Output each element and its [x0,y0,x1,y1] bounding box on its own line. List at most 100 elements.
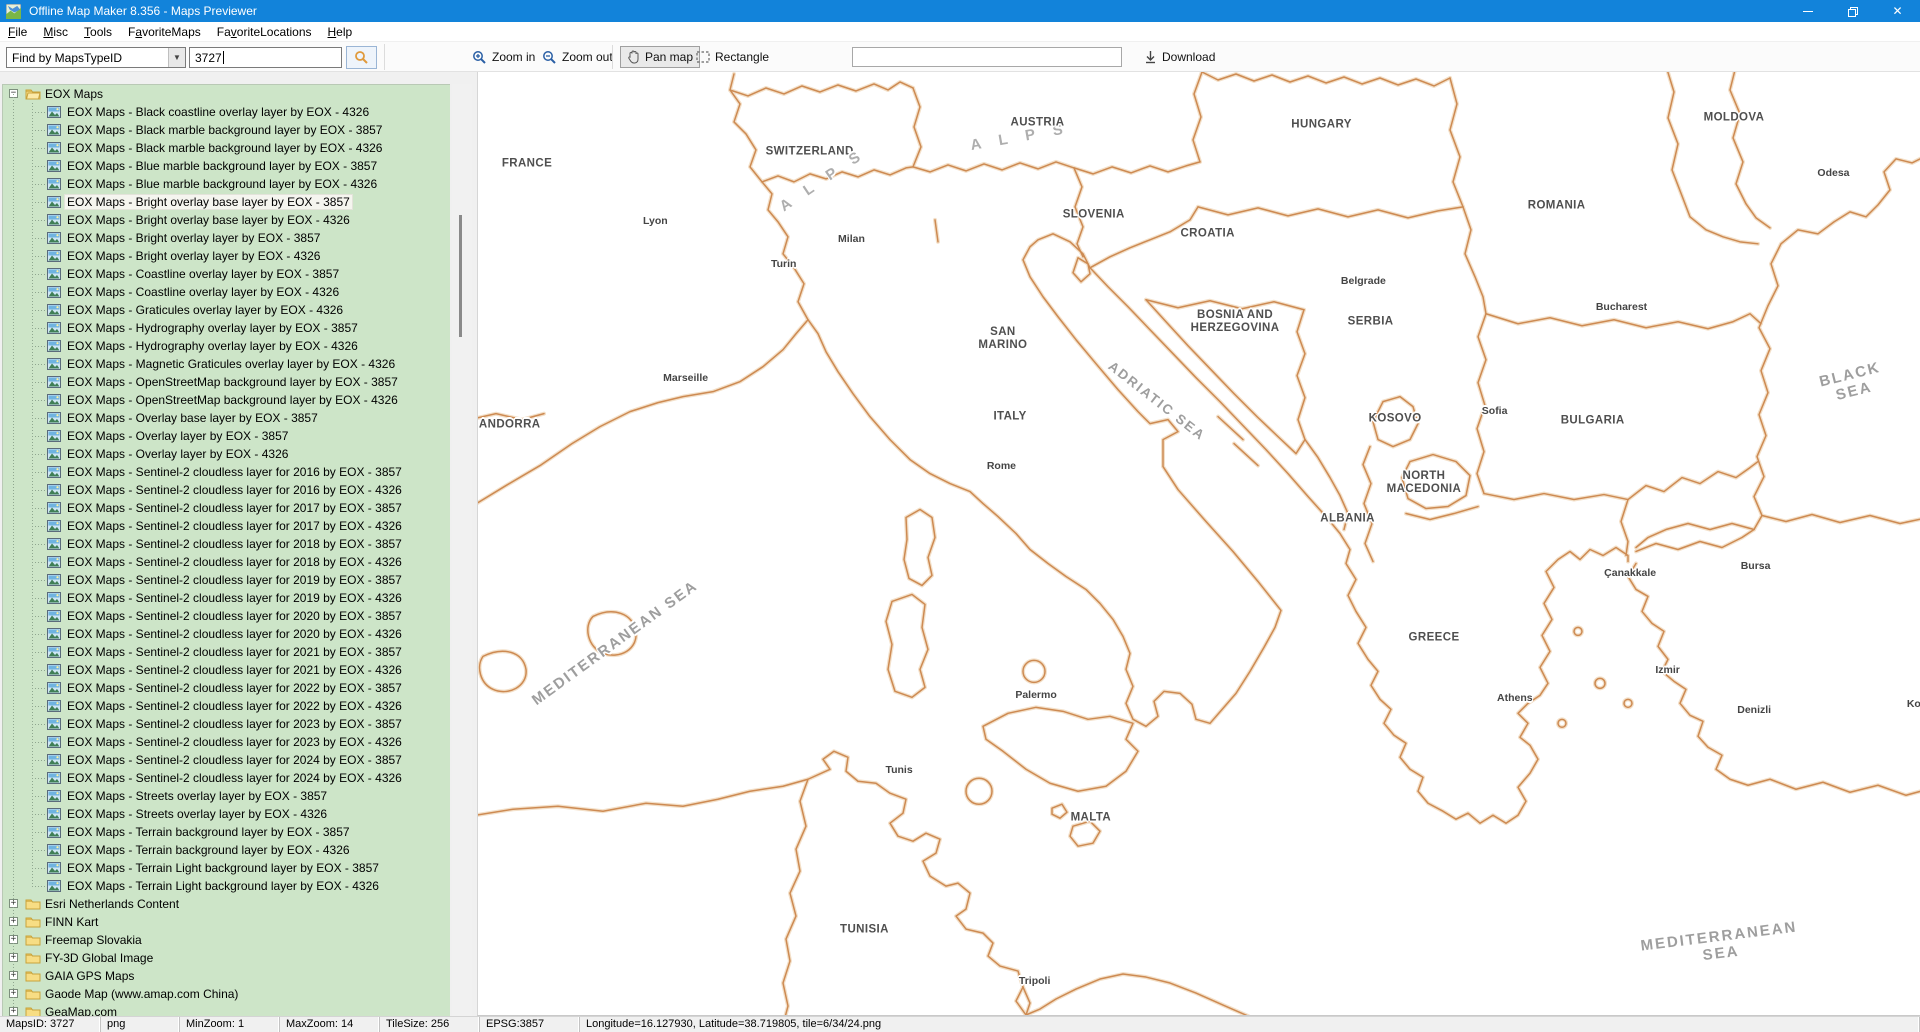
tree-item[interactable]: EOX Maps - Streets overlay layer by EOX … [3,787,450,805]
menu-item-favoritemaps[interactable]: FavoriteMaps [120,23,209,41]
map-layer-icon [47,574,61,586]
tree-item[interactable]: EOX Maps - Sentinel-2 cloudless layer fo… [3,463,450,481]
tree-item[interactable]: EOX Maps - Terrain background layer by E… [3,823,450,841]
tree-item[interactable]: EOX Maps - Sentinel-2 cloudless layer fo… [3,499,450,517]
tree-item[interactable]: EOX Maps - Sentinel-2 cloudless layer fo… [3,535,450,553]
tree-item-label: EOX Maps - Sentinel-2 cloudless layer fo… [65,519,404,533]
tree-item[interactable]: EOX Maps - Black coastline overlay layer… [3,103,450,121]
tree-item[interactable]: EOX Maps - Black marble background layer… [3,139,450,157]
menu-item-favoritelocations[interactable]: FavoriteLocations [209,23,320,41]
rectangle-button[interactable]: Rectangle [690,46,775,68]
map-label-romania: ROMANIA [1528,199,1586,212]
tree-folder[interactable]: + GeaMap.com [3,1003,450,1016]
tree-item[interactable]: EOX Maps - Sentinel-2 cloudless layer fo… [3,481,450,499]
search-button[interactable] [346,46,377,69]
menu-bar: FileMiscToolsFavoriteMapsFavoriteLocatio… [0,22,1920,42]
map-layer-icon [47,358,61,370]
tree-item[interactable]: EOX Maps - OpenStreetMap background laye… [3,373,450,391]
maps-tree[interactable]: − EOX Maps EOX Maps - Black coastline ov… [2,84,450,1016]
scrollbar-thumb[interactable] [459,215,462,337]
tree-connector [32,670,46,671]
pan-map-button[interactable]: Pan map [620,46,700,68]
map-layer-icon [47,430,61,442]
map-layer-icon [47,160,61,172]
tree-item[interactable]: EOX Maps - Coastline overlay layer by EO… [3,283,450,301]
find-mode-dropdown[interactable]: Find by MapsTypeID ▼ [6,47,186,68]
tree-item[interactable]: EOX Maps - Sentinel-2 cloudless layer fo… [3,769,450,787]
tree-folder[interactable]: + GAIA GPS Maps [3,967,450,985]
toolbar-separator [612,45,613,69]
menu-item-file[interactable]: File [0,23,35,41]
tree-item[interactable]: EOX Maps - Terrain background layer by E… [3,841,450,859]
tree-item[interactable]: EOX Maps - OpenStreetMap background laye… [3,391,450,409]
tree-item[interactable]: EOX Maps - Bright overlay base layer by … [3,193,450,211]
tree-item-label: EOX Maps - Hydrography overlay layer by … [65,321,360,335]
tree-item-label: EOX Maps - Overlay layer by EOX - 4326 [65,447,290,461]
tree-item[interactable]: EOX Maps - Blue marble background layer … [3,157,450,175]
zoom-out-button[interactable]: Zoom out [536,46,619,68]
tree-item[interactable]: EOX Maps - Hydrography overlay layer by … [3,319,450,337]
download-range-field[interactable] [852,47,1122,67]
tree-item[interactable]: EOX Maps - Sentinel-2 cloudless layer fo… [3,697,450,715]
tree-item[interactable]: EOX Maps - Terrain Light background laye… [3,859,450,877]
tree-item[interactable]: EOX Maps - Sentinel-2 cloudless layer fo… [3,751,450,769]
tree-item[interactable]: EOX Maps - Overlay base layer by EOX - 3… [3,409,450,427]
tree-item[interactable]: EOX Maps - Sentinel-2 cloudless layer fo… [3,553,450,571]
dropdown-arrow-icon[interactable]: ▼ [168,48,185,67]
tree-item-label: EOX Maps - Terrain background layer by E… [65,843,352,857]
tree-item[interactable]: EOX Maps - Sentinel-2 cloudless layer fo… [3,589,450,607]
tree-item[interactable]: EOX Maps - Sentinel-2 cloudless layer fo… [3,625,450,643]
search-query: 3727 [195,51,222,65]
tree-connector [32,328,46,329]
status-cell: MapsID: 3727 [0,1017,101,1032]
download-button[interactable]: Download [1138,46,1221,68]
menu-item-misc[interactable]: Misc [35,23,76,41]
zoom-in-button[interactable]: Zoom in [466,46,541,68]
tree-vertical-scrollbar[interactable] [452,84,472,1016]
tree-item[interactable]: EOX Maps - Streets overlay layer by EOX … [3,805,450,823]
tree-folder[interactable]: + Gaode Map (www.amap.com China) [3,985,450,1003]
tree-folder[interactable]: + FY-3D Global Image [3,949,450,967]
tree-item-label: EOX Maps - Bright overlay base layer by … [65,213,352,227]
menu-item-tools[interactable]: Tools [76,23,120,41]
tree-item[interactable]: EOX Maps - Sentinel-2 cloudless layer fo… [3,661,450,679]
tree-item[interactable]: EOX Maps - Sentinel-2 cloudless layer fo… [3,715,450,733]
tree-item[interactable]: EOX Maps - Hydrography overlay layer by … [3,337,450,355]
tree-item[interactable]: EOX Maps - Bright overlay base layer by … [3,211,450,229]
tree-item[interactable]: EOX Maps - Sentinel-2 cloudless layer fo… [3,571,450,589]
map-label-slovenia: SLOVENIA [1063,209,1125,222]
tree-item[interactable]: EOX Maps - Sentinel-2 cloudless layer fo… [3,607,450,625]
tree-item[interactable]: EOX Maps - Overlay layer by EOX - 3857 [3,427,450,445]
tree-item[interactable]: EOX Maps - Graticules overlay layer by E… [3,301,450,319]
tree-connector [32,364,46,365]
tree-item[interactable]: EOX Maps - Overlay layer by EOX - 4326 [3,445,450,463]
tree-item[interactable]: EOX Maps - Terrain Light background laye… [3,877,450,895]
tree-item[interactable]: EOX Maps - Sentinel-2 cloudless layer fo… [3,733,450,751]
pan-hand-icon [627,50,640,64]
map-canvas[interactable]: FRANCESWITZERLANDA L P SA L P SAUSTRIAHU… [477,72,1920,1016]
tree-item[interactable]: EOX Maps - Black marble background layer… [3,121,450,139]
tree-connector [32,634,46,635]
map-layer-icon [47,250,61,262]
tree-connector [32,616,46,617]
close-button[interactable]: ✕ [1875,0,1920,22]
tree-item[interactable]: EOX Maps - Sentinel-2 cloudless layer fo… [3,643,450,661]
tree-item[interactable]: EOX Maps - Magnetic Graticules overlay l… [3,355,450,373]
tree-item[interactable]: EOX Maps - Sentinel-2 cloudless layer fo… [3,679,450,697]
tree-connector [32,148,46,149]
tree-item[interactable]: EOX Maps - Bright overlay layer by EOX -… [3,247,450,265]
tree-item[interactable]: EOX Maps - Sentinel-2 cloudless layer fo… [3,517,450,535]
map-layer-icon [47,592,61,604]
tree-folder[interactable]: + FINN Kart [3,913,450,931]
tree-item[interactable]: EOX Maps - Bright overlay layer by EOX -… [3,229,450,247]
tree-item[interactable]: EOX Maps - Blue marble background layer … [3,175,450,193]
menu-item-help[interactable]: Help [320,23,361,41]
map-label-tunis: Tunis [885,764,912,776]
restore-button[interactable] [1830,0,1875,22]
minimize-button[interactable] [1785,0,1830,22]
tree-folder[interactable]: + Freemap Slovakia [3,931,450,949]
search-input[interactable]: 3727 [189,47,342,68]
tree-root[interactable]: − EOX Maps [3,85,450,103]
tree-folder[interactable]: + Esri Netherlands Content [3,895,450,913]
tree-item[interactable]: EOX Maps - Coastline overlay layer by EO… [3,265,450,283]
